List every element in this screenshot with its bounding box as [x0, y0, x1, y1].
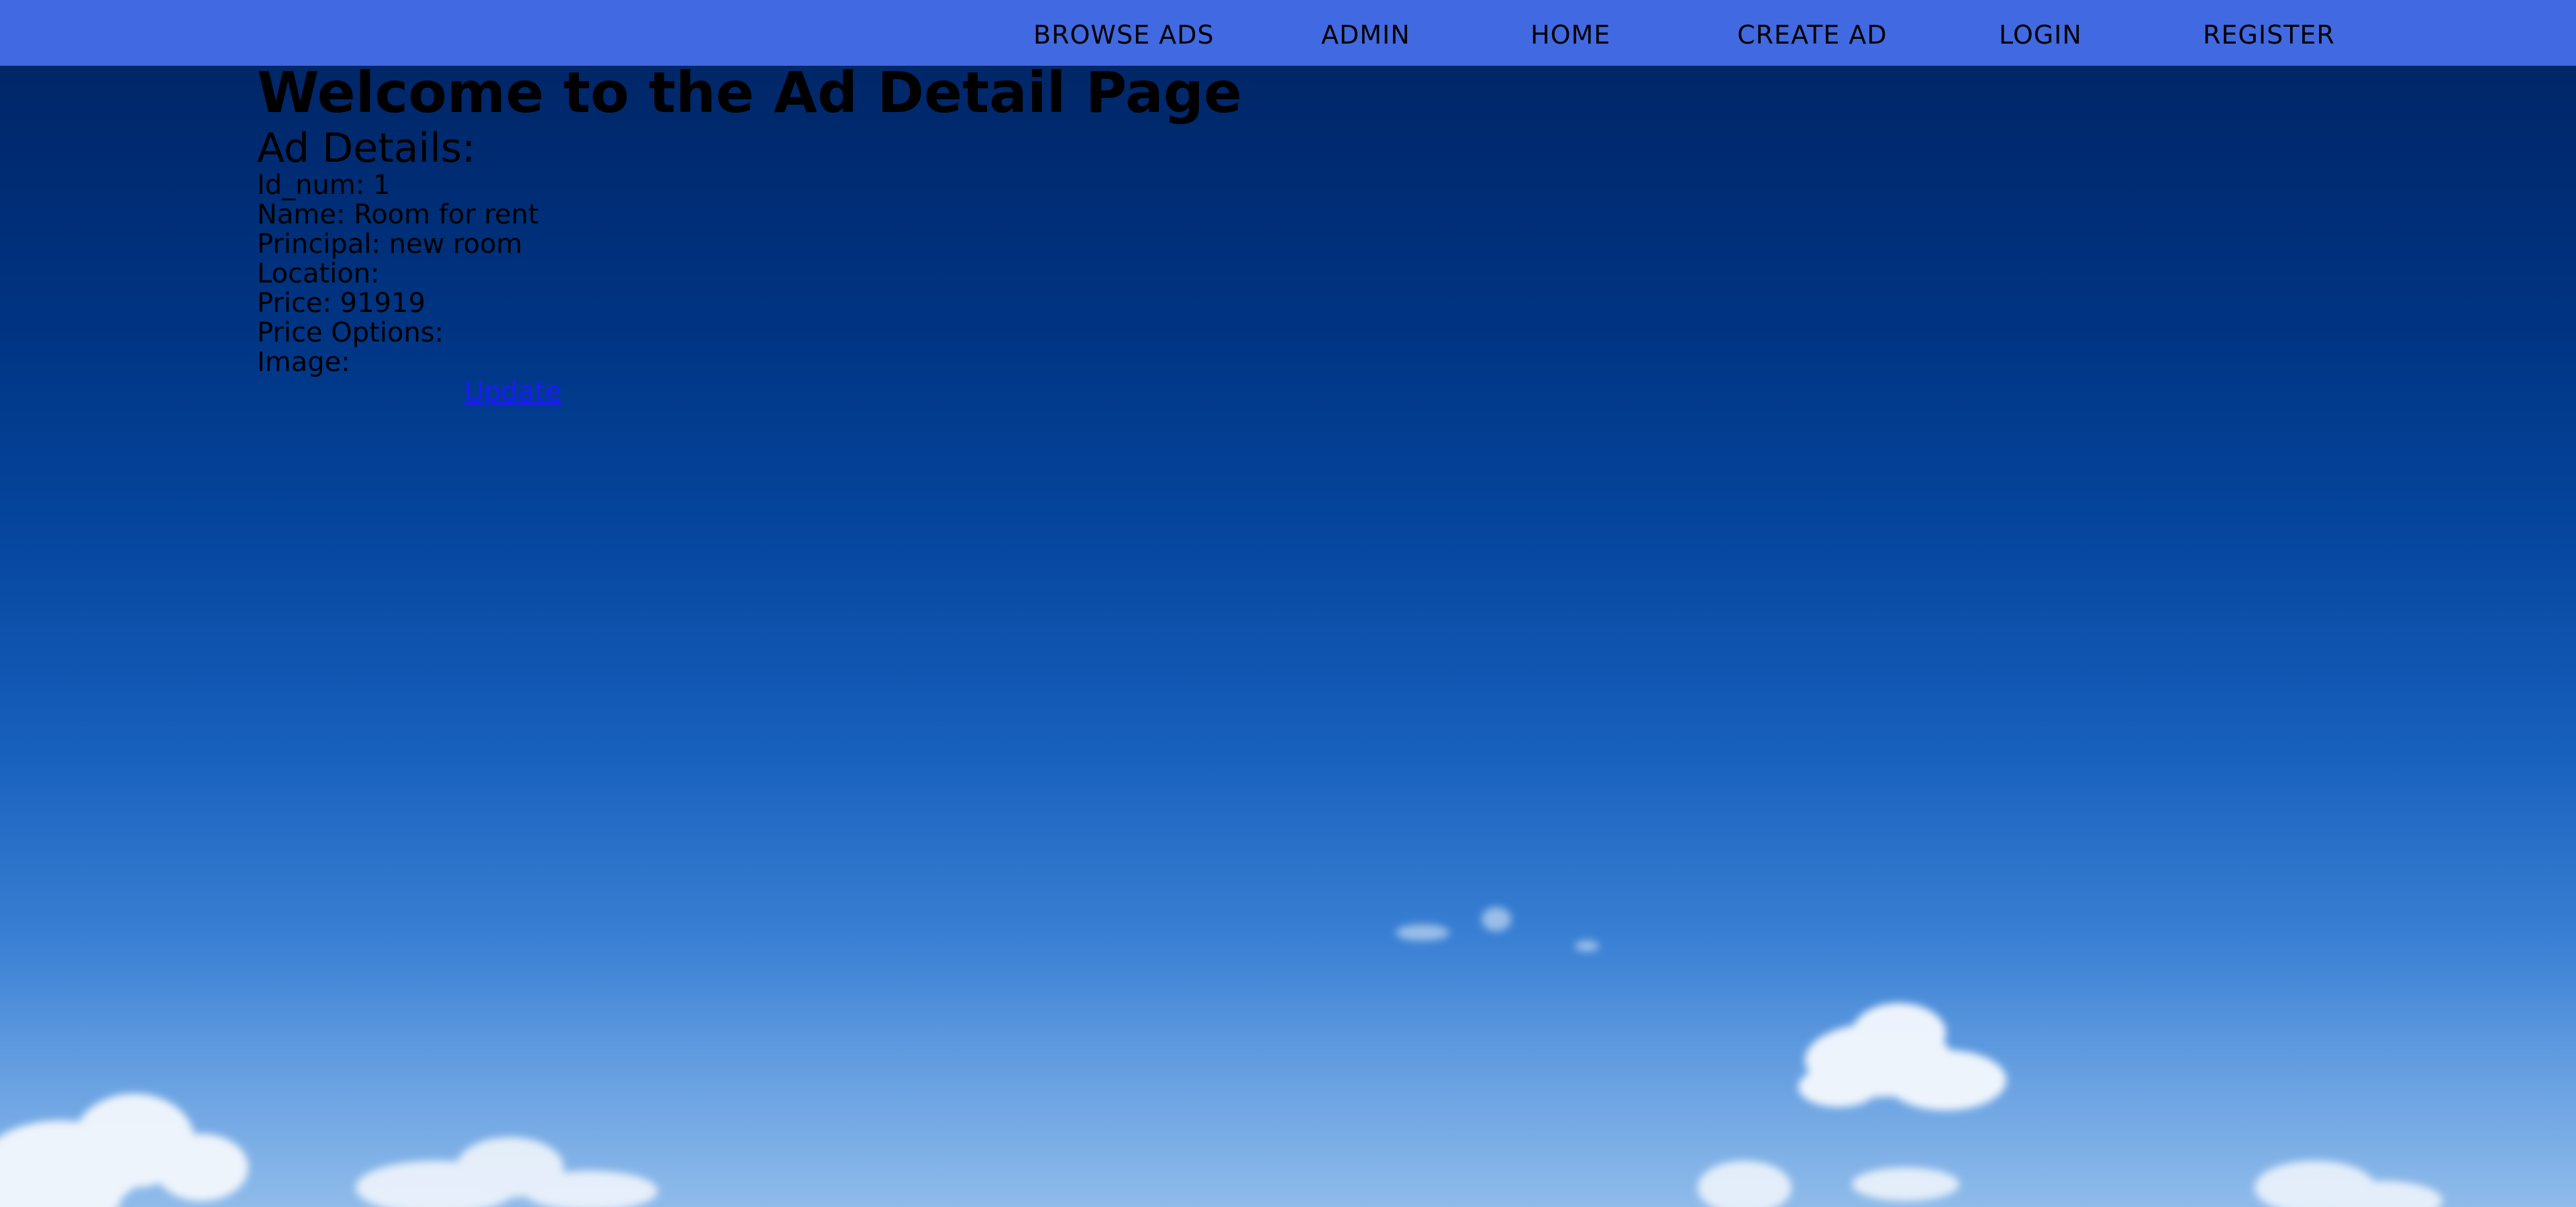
- ad-detail-content: Welcome to the Ad Detail Page Ad Details…: [257, 59, 1242, 407]
- nav-register-link[interactable]: REGISTER: [2203, 20, 2335, 50]
- nav-create-ad-link[interactable]: CREATE AD: [1737, 20, 1888, 50]
- ad-details-heading: Ad Details:: [257, 125, 476, 172]
- ad-price-options-line: Price Options:: [257, 317, 444, 348]
- ad-name-line: Name: Room for rent: [257, 199, 539, 230]
- ad-image-line: Image:: [257, 347, 350, 378]
- update-link[interactable]: Update: [464, 377, 562, 407]
- ad-location-line: Location:: [257, 258, 380, 289]
- ad-principal-line: Principal: new room: [257, 229, 523, 260]
- nav-admin-link[interactable]: ADMIN: [1321, 20, 1410, 50]
- nav-login-link[interactable]: LOGIN: [1999, 20, 2082, 50]
- page-title: Welcome to the Ad Detail Page: [257, 60, 1242, 125]
- ad-price-line: Price: 91919: [257, 288, 426, 319]
- top-navbar: BROWSE ADS ADMIN HOME CREATE AD LOGIN RE…: [0, 0, 2576, 66]
- nav-home-link[interactable]: HOME: [1531, 20, 1610, 50]
- nav-browse-ads-link[interactable]: BROWSE ADS: [1033, 20, 1215, 50]
- ad-id-line: Id_num: 1: [257, 170, 391, 201]
